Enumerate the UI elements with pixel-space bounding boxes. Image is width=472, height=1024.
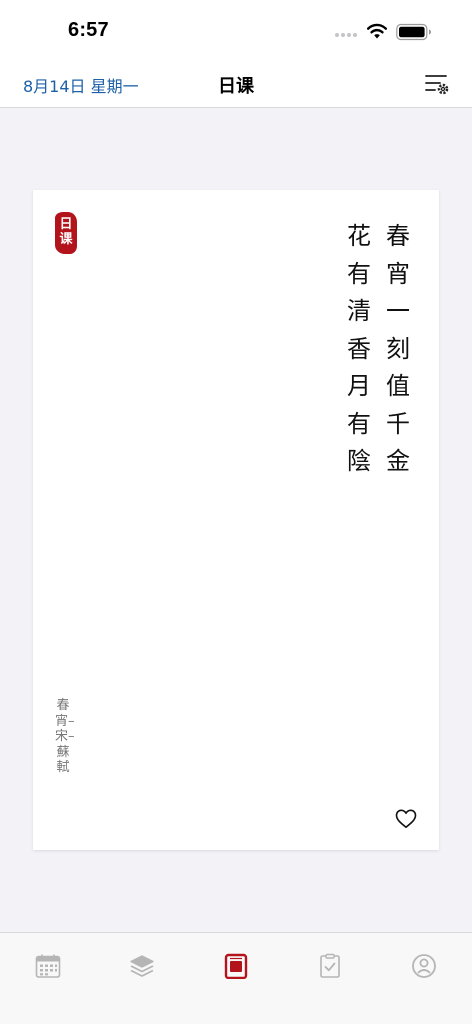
nav-bar: 8月14日 星期一 日课 (0, 60, 472, 108)
profile-icon[interactable] (411, 953, 437, 979)
poem-attribution: 春宵–宋–蘇軾 (55, 698, 75, 775)
calendar-icon[interactable] (35, 953, 61, 979)
poem-line-1: 春宵一刻值千金 (386, 222, 410, 475)
battery-icon (396, 23, 431, 41)
heart-icon[interactable] (395, 809, 417, 829)
page-title: 日课 (218, 76, 254, 97)
daily-card[interactable]: 日课 春宵一刻值千金 花有清香月有陰 春宵–宋–蘇軾 (33, 190, 439, 850)
poem: 春宵一刻值千金 花有清香月有陰 (347, 218, 411, 481)
poem-line-2: 花有清香月有陰 (347, 222, 371, 475)
list-settings-icon[interactable] (424, 72, 450, 96)
seal-text: 日课 (55, 217, 77, 247)
status-time: 6:57 (68, 19, 109, 41)
wifi-icon (367, 23, 387, 39)
status-bar: 6:57 (0, 0, 472, 60)
layers-icon[interactable] (129, 953, 155, 979)
seal-char: 日 (59, 217, 73, 232)
checklist-icon[interactable] (317, 953, 343, 979)
seal-char: 课 (59, 232, 73, 247)
tab-bar (0, 932, 472, 1024)
cellular-signal-icon (335, 33, 359, 39)
daily-card-icon[interactable] (223, 953, 249, 979)
seal-stamp: 日课 (55, 212, 77, 254)
